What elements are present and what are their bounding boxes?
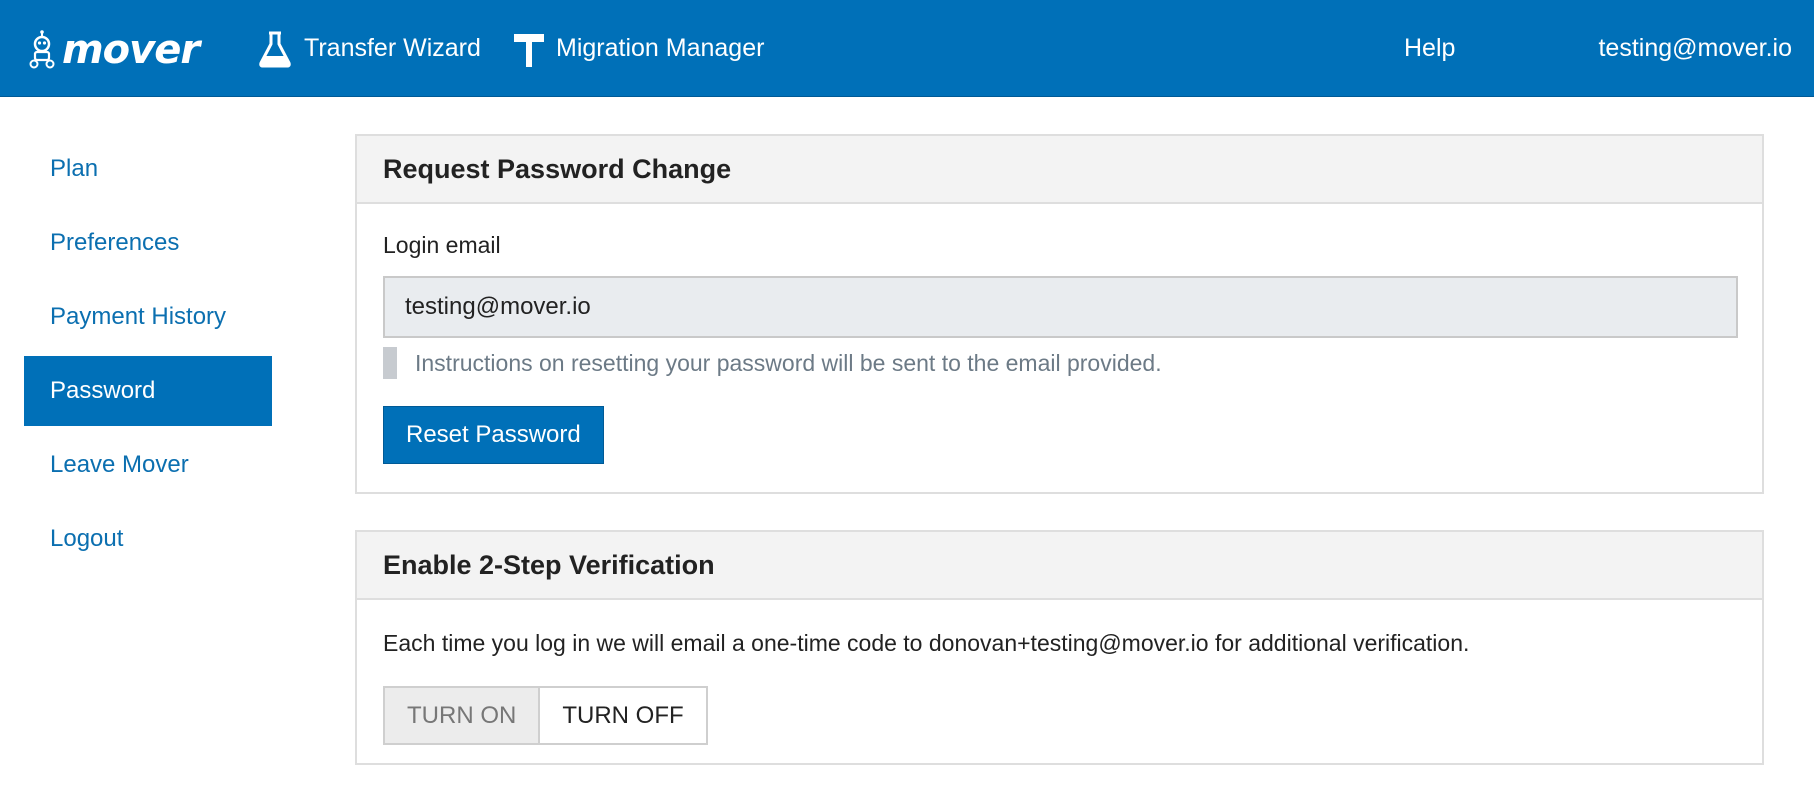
login-email-field[interactable] [383, 276, 1738, 338]
help-accent-bar [383, 347, 397, 379]
nav-transfer-wizard[interactable]: Transfer Wizard [256, 0, 481, 97]
settings-sidebar: Plan Preferences Payment History Passwor… [24, 134, 272, 578]
help-block: Instructions on resetting your password … [383, 346, 1736, 380]
sidebar-item-leave-mover[interactable]: Leave Mover [24, 430, 272, 500]
verification-description: Each time you log in we will email a one… [383, 630, 1470, 656]
signpost-icon [514, 33, 544, 67]
panel-title: Request Password Change [357, 136, 1762, 204]
nav-transfer-wizard-label: Transfer Wizard [304, 34, 481, 62]
turn-on-button[interactable]: TURN ON [383, 686, 541, 745]
nav-migration-manager[interactable]: Migration Manager [512, 0, 764, 97]
turn-off-button[interactable]: TURN OFF [540, 686, 708, 745]
mover-logo[interactable]: mover [24, 26, 200, 74]
verification-toggle: TURN ON TURN OFF [383, 686, 1736, 745]
sidebar-item-preferences[interactable]: Preferences [24, 208, 272, 278]
logo-wordmark: mover [62, 27, 200, 73]
nav-help[interactable]: Help [1404, 0, 1455, 97]
panel-title: Enable 2-Step Verification [357, 532, 1762, 600]
password-change-panel: Request Password Change Login email Inst… [355, 134, 1764, 494]
sidebar-item-logout[interactable]: Logout [24, 504, 272, 574]
flask-icon [259, 31, 291, 67]
login-email-label: Login email [383, 232, 501, 258]
sidebar-item-payment-history[interactable]: Payment History [24, 282, 272, 352]
nav-migration-manager-label: Migration Manager [556, 34, 765, 62]
two-step-verification-panel: Enable 2-Step Verification Each time you… [355, 530, 1764, 765]
sidebar-item-plan[interactable]: Plan [24, 134, 272, 204]
robot-mascot-icon [29, 30, 55, 69]
user-account-menu[interactable]: testing@mover.io [1598, 0, 1792, 97]
top-navbar: mover Transfer Wizard Migration Manager … [0, 0, 1814, 97]
sidebar-item-password[interactable]: Password [24, 356, 272, 426]
help-text: Instructions on resetting your password … [415, 349, 1162, 376]
reset-password-button[interactable]: Reset Password [383, 406, 604, 464]
